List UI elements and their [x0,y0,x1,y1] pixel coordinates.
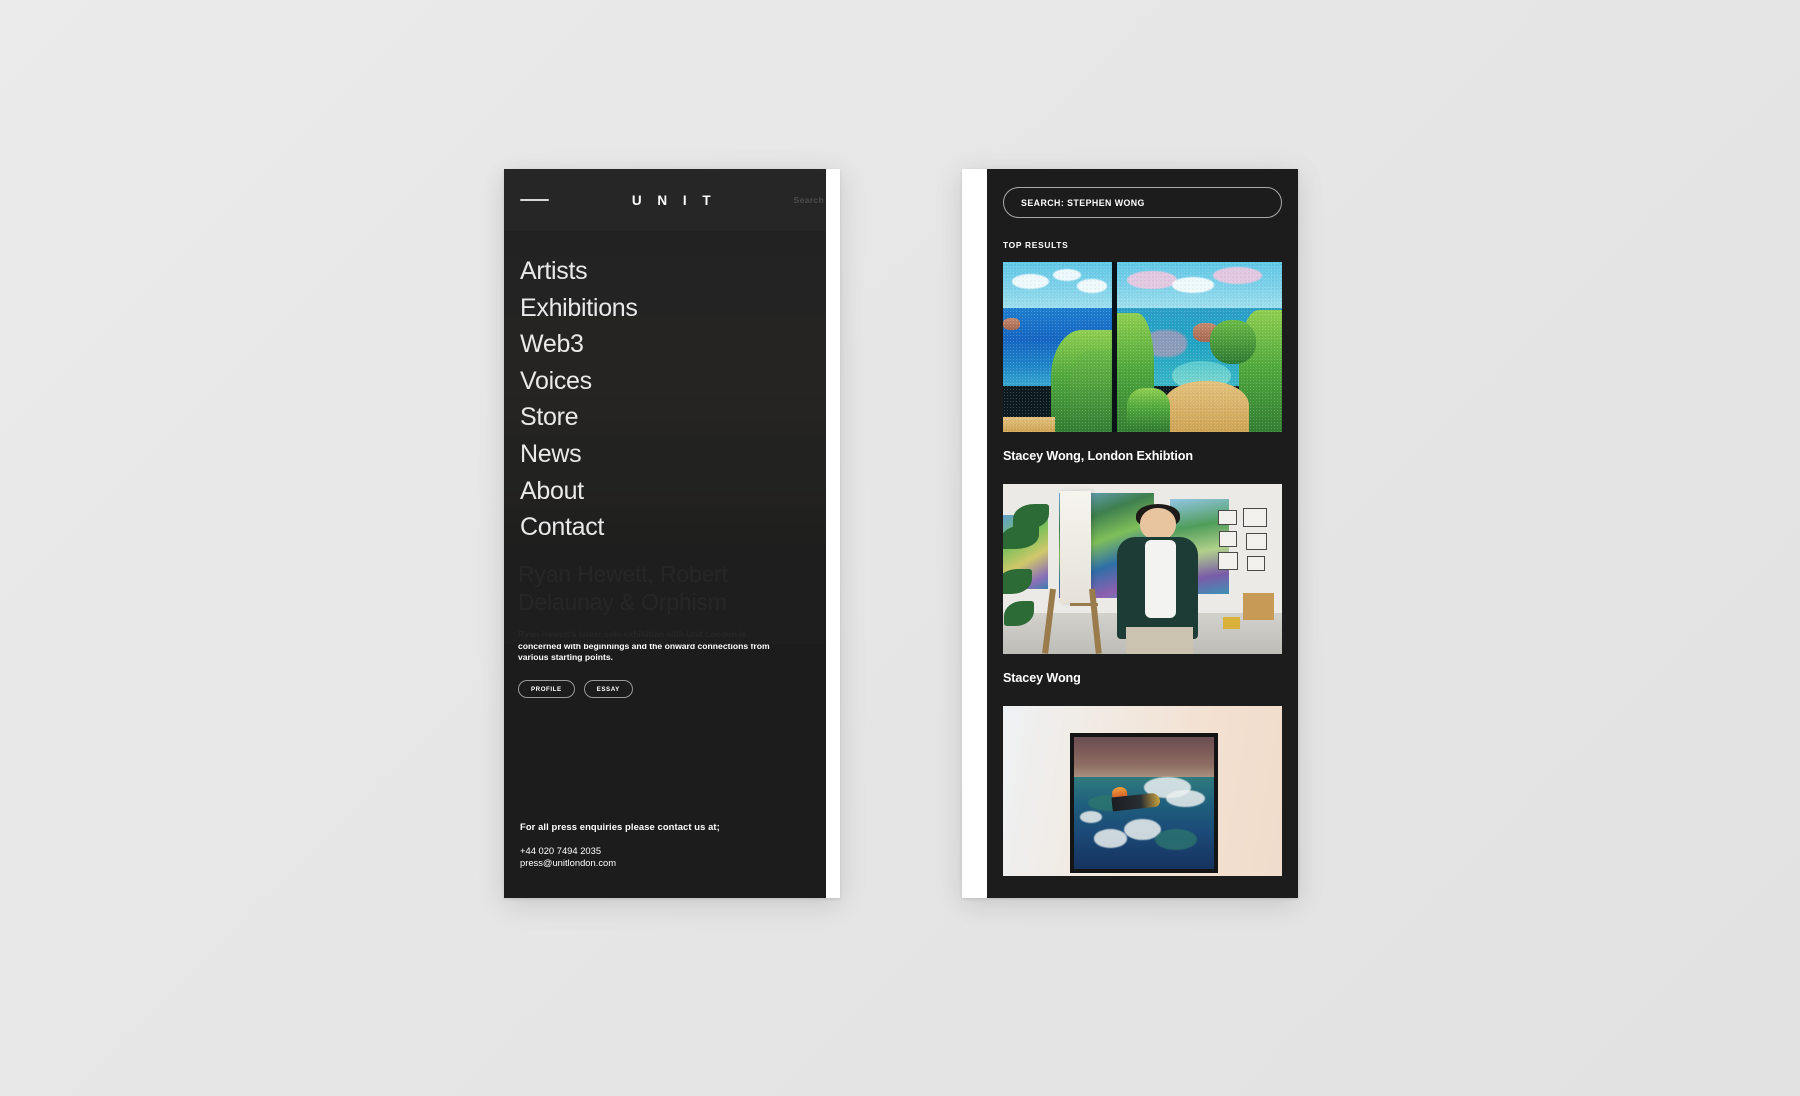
page-edge-sliver-right [962,169,987,898]
chip-profile[interactable]: PROFILE [518,679,575,698]
artist-in-studio-photo-image[interactable] [1003,484,1282,654]
press-email[interactable]: press@unitlondon.com [520,857,720,870]
press-enquiries-block: For all press enquiries please contact u… [520,821,720,870]
search-result-item[interactable]: Stacey Wong, London Exhibtion [987,262,1298,484]
nav-item-voices[interactable]: Voices [520,363,840,400]
menu-line-icon[interactable] [520,199,549,201]
nav-item-news[interactable]: News [520,436,840,473]
brand-logo[interactable]: U N I T [549,193,794,208]
search-link[interactable]: Search [794,195,824,205]
press-heading: For all press enquiries please contact u… [520,820,720,832]
search-bar-wrapper: SEARCH: STEPHEN WONG [987,169,1298,218]
main-navigation-overlay: Artists Exhibitions Web3 Voices Store Ne… [504,231,840,644]
screenshot-canvas: Ryan Hewett, Robert Delaunay & Orphism R… [0,0,1800,1096]
search-result-item[interactable] [987,706,1298,898]
phone-mockup-right: SEARCH: STEPHEN WONG TOP RESULTS Stacey … [962,169,1298,898]
nav-item-store[interactable]: Store [520,399,840,436]
press-contact-lines: +44 020 7494 2035 press@unitlondon.com [520,845,720,870]
top-results-heading: TOP RESULTS [1003,240,1069,250]
press-phone[interactable]: +44 020 7494 2035 [520,845,720,858]
nav-item-artists[interactable]: Artists [520,253,840,290]
search-result-caption [987,876,1298,898]
left-topbar: U N I T Search [504,169,840,231]
nav-item-contact[interactable]: Contact [520,509,840,546]
search-result-item[interactable]: Stacey Wong [987,484,1298,706]
nav-item-exhibitions[interactable]: Exhibitions [520,290,840,327]
phone-mockup-left: Ryan Hewett, Robert Delaunay & Orphism R… [504,169,840,898]
search-results-panel: SEARCH: STEPHEN WONG TOP RESULTS Stacey … [987,169,1298,898]
search-input-value: SEARCH: STEPHEN WONG [1021,197,1145,208]
chip-essay[interactable]: ESSAY [583,679,633,698]
search-input[interactable]: SEARCH: STEPHEN WONG [1003,187,1282,218]
coastal-diptych-artwork-image[interactable] [1003,262,1282,432]
framed-seascape-on-wall-image[interactable] [1003,706,1282,876]
nav-item-web3[interactable]: Web3 [520,326,840,363]
nav-item-about[interactable]: About [520,473,840,510]
search-results-list: Stacey Wong, London Exhibtion Stacey Won… [987,262,1298,898]
search-result-caption: Stacey Wong, London Exhibtion [1003,449,1193,463]
search-result-caption: Stacey Wong [1003,671,1081,685]
page-edge-sliver-left [826,169,840,898]
exhibition-chip-group: PROFILE ESSAY [518,679,826,698]
